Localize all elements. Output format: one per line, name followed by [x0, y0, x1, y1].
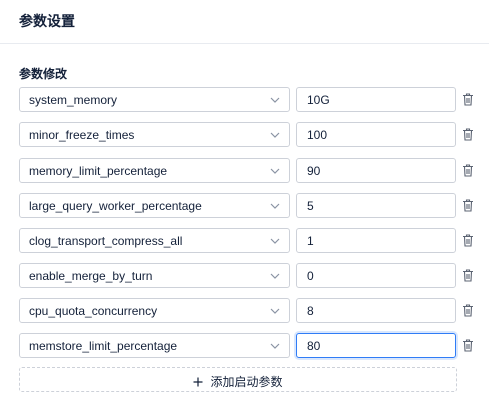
param-value-input[interactable]: 0 [296, 263, 456, 288]
delete-icon[interactable] [462, 128, 474, 141]
param-name-select[interactable]: large_query_worker_percentage [19, 193, 290, 218]
param-row: clog_transport_compress_all 1 [19, 228, 479, 253]
param-value: 0 [307, 269, 314, 283]
param-value: 1 [307, 234, 314, 248]
param-name-select[interactable]: minor_freeze_times [19, 122, 290, 147]
chevron-down-icon [270, 203, 280, 209]
chevron-down-icon [270, 308, 280, 314]
param-value: 8 [307, 304, 314, 318]
delete-icon[interactable] [462, 164, 474, 177]
param-row: enable_merge_by_turn 0 [19, 263, 479, 288]
add-param-button[interactable]: 添加启动参数 [19, 367, 457, 392]
param-row: memory_limit_percentage 90 [19, 158, 479, 183]
page-title: 参数设置 [19, 13, 75, 29]
delete-icon[interactable] [462, 269, 474, 282]
param-name-select[interactable]: memstore_limit_percentage [19, 333, 290, 358]
param-name: clog_transport_compress_all [29, 234, 183, 248]
param-row: system_memory 10G [19, 87, 479, 112]
section-label: 参数修改 [19, 67, 68, 81]
param-name: memstore_limit_percentage [29, 339, 178, 353]
param-name: system_memory [29, 93, 118, 107]
param-name-select[interactable]: cpu_quota_concurrency [19, 298, 290, 323]
delete-icon[interactable] [462, 199, 474, 212]
param-name: minor_freeze_times [29, 128, 135, 142]
param-value-input[interactable]: 100 [296, 122, 456, 147]
param-value: 10G [307, 93, 330, 107]
delete-icon[interactable] [462, 234, 474, 247]
param-row: large_query_worker_percentage 5 [19, 193, 479, 218]
param-name: cpu_quota_concurrency [29, 304, 158, 318]
param-name-select[interactable]: system_memory [19, 87, 290, 112]
param-value: 5 [307, 199, 314, 213]
chevron-down-icon [270, 238, 280, 244]
param-name: large_query_worker_percentage [29, 199, 202, 213]
param-value-input[interactable]: 8 [296, 298, 456, 323]
page-header: 参数设置 [0, 0, 489, 44]
param-value-input[interactable]: 5 [296, 193, 456, 218]
add-param-label: 添加启动参数 [210, 375, 283, 389]
param-value-input[interactable]: 10G [296, 87, 456, 112]
param-value: 80 [307, 339, 321, 353]
delete-icon[interactable] [462, 339, 474, 352]
chevron-down-icon [270, 132, 280, 138]
param-value-input[interactable]: 80 [296, 333, 456, 358]
param-value-input[interactable]: 1 [296, 228, 456, 253]
chevron-down-icon [270, 97, 280, 103]
plus-icon [193, 377, 203, 387]
delete-icon[interactable] [462, 93, 474, 106]
param-name: enable_merge_by_turn [29, 269, 153, 283]
param-value: 90 [307, 164, 321, 178]
chevron-down-icon [270, 168, 280, 174]
param-row: memstore_limit_percentage 80 [19, 333, 479, 358]
param-value: 100 [307, 128, 328, 142]
chevron-down-icon [270, 273, 280, 279]
param-name-select[interactable]: clog_transport_compress_all [19, 228, 290, 253]
param-name: memory_limit_percentage [29, 164, 168, 178]
chevron-down-icon [270, 343, 280, 349]
delete-icon[interactable] [462, 304, 474, 317]
param-name-select[interactable]: enable_merge_by_turn [19, 263, 290, 288]
param-name-select[interactable]: memory_limit_percentage [19, 158, 290, 183]
param-value-input[interactable]: 90 [296, 158, 456, 183]
param-row: minor_freeze_times 100 [19, 122, 479, 147]
param-row: cpu_quota_concurrency 8 [19, 298, 479, 323]
